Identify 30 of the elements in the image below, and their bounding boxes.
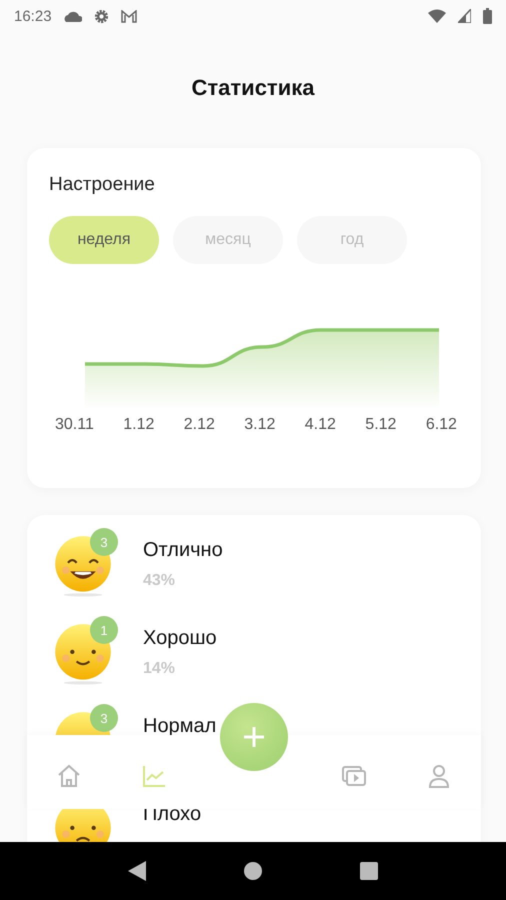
back-icon[interactable] bbox=[128, 861, 146, 881]
axis-label: 1.12 bbox=[123, 416, 154, 434]
period-tab[interactable]: год bbox=[297, 216, 407, 264]
plus-icon bbox=[243, 726, 265, 748]
axis-label: 3.12 bbox=[244, 416, 276, 434]
count-badge: 3 bbox=[90, 528, 118, 556]
wifi-icon bbox=[428, 9, 446, 23]
mood-label: Отлично bbox=[143, 539, 223, 562]
mail-icon bbox=[120, 10, 137, 22]
recents-icon[interactable] bbox=[360, 862, 378, 880]
count-badge: 1 bbox=[90, 616, 118, 644]
period-tab[interactable]: месяц bbox=[173, 216, 283, 264]
home-circle-icon[interactable] bbox=[242, 861, 263, 881]
axis-label: 5.12 bbox=[365, 416, 396, 434]
signal-icon bbox=[458, 9, 471, 23]
axis-label: 2.12 bbox=[184, 416, 215, 434]
settings-icon bbox=[94, 8, 109, 24]
mood-label: Нормал bbox=[143, 715, 216, 738]
axis-label: 6.12 bbox=[426, 416, 457, 434]
clock-time: 16:23 bbox=[14, 8, 52, 24]
emoji-face-icon bbox=[53, 623, 113, 685]
axis-label: 30.11 bbox=[55, 416, 94, 434]
battery-icon bbox=[483, 8, 492, 24]
page-title: Статистика bbox=[190, 74, 316, 102]
mood-label: Хорошо bbox=[143, 627, 217, 650]
period-tab[interactable]: неделя bbox=[49, 216, 159, 264]
count-badge: 3 bbox=[90, 704, 118, 732]
card-title: Настроение bbox=[49, 174, 156, 196]
axis-label: 4.12 bbox=[304, 416, 336, 434]
cloud-icon bbox=[64, 10, 82, 22]
